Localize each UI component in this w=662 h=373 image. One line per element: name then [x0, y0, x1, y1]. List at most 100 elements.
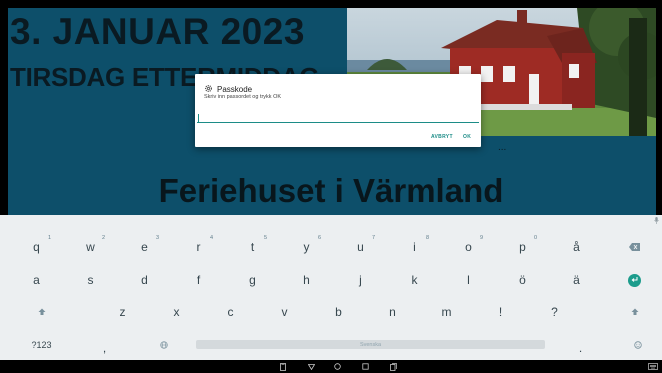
screen-capture-icon[interactable] — [386, 361, 400, 372]
screen-bezel-left — [0, 0, 8, 215]
key-label: w — [86, 240, 95, 254]
key-h[interactable]: h — [281, 265, 332, 295]
back-icon[interactable] — [304, 361, 318, 372]
key-n[interactable]: n — [367, 297, 418, 327]
cancel-button[interactable]: AVBRYT — [431, 134, 453, 140]
key-label: b — [335, 305, 342, 319]
key-z[interactable]: z — [97, 297, 148, 327]
key-label: a — [33, 273, 40, 287]
key-label: d — [141, 273, 148, 287]
emoji-key[interactable] — [612, 330, 662, 360]
key-label: m — [441, 305, 452, 319]
key-x[interactable]: x — [151, 297, 202, 327]
space-bar[interactable]: Svenska — [196, 340, 545, 349]
key-a[interactable]: a — [11, 265, 62, 295]
key-label: å — [573, 240, 580, 254]
key-label: ! — [498, 305, 503, 319]
key-exclamation[interactable]: ! — [475, 297, 526, 327]
language-key[interactable] — [138, 330, 189, 360]
key-u[interactable]: u7 — [335, 232, 386, 262]
shift-key-right[interactable] — [609, 297, 660, 327]
key-e[interactable]: e3 — [119, 232, 170, 262]
key-w[interactable]: w2 — [65, 232, 116, 262]
key-hint: 8 — [425, 235, 429, 241]
key-a-umlaut[interactable]: ä — [551, 265, 602, 295]
key-label: , — [102, 341, 107, 355]
passcode-dialog: Passkode Skriv inn passordet og trykk OK… — [195, 74, 481, 147]
backspace-key[interactable] — [609, 232, 660, 262]
key-label: t — [250, 240, 255, 254]
key-m[interactable]: m — [421, 297, 472, 327]
ok-button[interactable]: OK — [463, 134, 471, 140]
key-k[interactable]: k — [389, 265, 440, 295]
symbols-key[interactable]: ?123 — [16, 330, 67, 360]
text-cursor — [198, 114, 199, 122]
dialog-message: Skriv inn passordet og trykk OK — [204, 94, 282, 100]
key-d[interactable]: d — [119, 265, 170, 295]
key-p[interactable]: p0 — [497, 232, 548, 262]
key-hint: 6 — [317, 235, 321, 241]
key-label: c — [227, 305, 234, 319]
key-y[interactable]: y6 — [281, 232, 332, 262]
key-l[interactable]: l — [443, 265, 494, 295]
key-r[interactable]: r4 — [173, 232, 224, 262]
key-label: f — [196, 273, 201, 287]
key-label: z — [119, 305, 126, 319]
key-label: i — [413, 240, 416, 254]
home-icon[interactable] — [330, 361, 344, 372]
key-label: e — [141, 240, 148, 254]
globe-icon — [159, 338, 168, 352]
recents-icon[interactable] — [358, 361, 372, 372]
key-hint: 5 — [263, 235, 267, 241]
key-label: v — [281, 305, 288, 319]
keyboard-icon[interactable] — [646, 361, 660, 372]
soft-keyboard: q1 w2 e3 r4 t5 y6 u7 i8 o9 p0 å a s d f … — [0, 215, 662, 360]
mic-icon[interactable] — [654, 217, 659, 226]
more-indicator: ... — [498, 142, 507, 153]
shift-icon — [631, 305, 639, 319]
key-i[interactable]: i8 — [389, 232, 440, 262]
key-t[interactable]: t5 — [227, 232, 278, 262]
key-label: ?123 — [31, 340, 52, 350]
key-b[interactable]: b — [313, 297, 364, 327]
key-label: j — [359, 273, 362, 287]
enter-icon — [628, 273, 641, 287]
backspace-icon — [629, 240, 640, 254]
key-q[interactable]: q1 — [11, 232, 62, 262]
key-label: ö — [519, 273, 526, 287]
key-c[interactable]: c — [205, 297, 256, 327]
key-label: r — [196, 240, 201, 254]
key-j[interactable]: j — [335, 265, 386, 295]
key-label: g — [249, 273, 256, 287]
shift-icon — [38, 305, 46, 319]
key-g[interactable]: g — [227, 265, 278, 295]
key-label: h — [303, 273, 310, 287]
key-o-umlaut[interactable]: ö — [497, 265, 548, 295]
shift-key-left[interactable] — [16, 297, 67, 327]
key-label: ? — [551, 305, 558, 319]
key-f[interactable]: f — [173, 265, 224, 295]
period-key[interactable]: . — [555, 333, 606, 363]
key-label: x — [173, 305, 180, 319]
navigation-bar — [0, 360, 662, 373]
key-s[interactable]: s — [65, 265, 116, 295]
comma-key[interactable]: , — [79, 333, 130, 363]
screenshot-icon[interactable] — [276, 361, 290, 372]
key-label: l — [467, 273, 470, 287]
key-label: q — [33, 240, 40, 254]
screen-bezel-top — [0, 0, 662, 8]
key-o[interactable]: o9 — [443, 232, 494, 262]
key-question[interactable]: ? — [529, 297, 580, 327]
key-label: o — [465, 240, 472, 254]
key-v[interactable]: v — [259, 297, 310, 327]
key-label: u — [357, 240, 364, 254]
key-hint: 4 — [209, 235, 213, 241]
slide-title: Feriehuset i Värmland — [158, 172, 504, 209]
key-hint: 0 — [533, 235, 537, 241]
screen: 3. JANUAR 2023 TIRSDAG ETTERMIDDAG ... F… — [0, 0, 662, 373]
passcode-input[interactable] — [197, 110, 479, 123]
key-hint: 7 — [371, 235, 375, 241]
screen-bezel-right — [656, 0, 662, 215]
key-a-ring[interactable]: å — [551, 232, 602, 262]
enter-key[interactable] — [609, 265, 660, 295]
